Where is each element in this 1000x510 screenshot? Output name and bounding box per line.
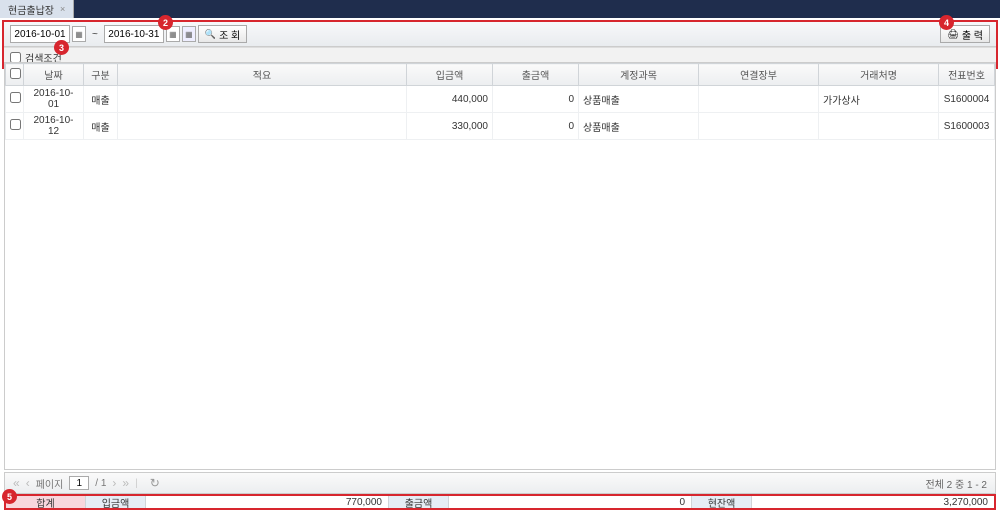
toolbar: ▦ ~ ▦ ▦ 🔍 조 회 🖨 출 력 bbox=[4, 22, 996, 47]
totals-in-value: 770,000 bbox=[146, 496, 389, 508]
col-date[interactable]: 날짜 bbox=[24, 64, 84, 86]
totals-out-label: 출금액 bbox=[389, 496, 449, 508]
cell-summary bbox=[118, 113, 407, 140]
grid-container: 날짜 구분 적요 입금액 출금액 계정과목 연결장부 거래처명 전표번호 201… bbox=[4, 62, 996, 470]
totals-balance-value: 3,270,000 bbox=[752, 496, 994, 508]
col-summary[interactable]: 적요 bbox=[118, 64, 407, 86]
grid-select-all-checkbox[interactable] bbox=[10, 68, 21, 79]
totals-main-label: 합계 bbox=[6, 496, 86, 508]
col-out[interactable]: 출금액 bbox=[493, 64, 579, 86]
col-vno[interactable]: 전표번호 bbox=[939, 64, 995, 86]
cell-type: 매출 bbox=[84, 113, 118, 140]
print-button-label: 출 력 bbox=[962, 27, 983, 42]
pager: « ‹ 페이지 / 1 › » | ↻ 전체 2 중 1 - 2 bbox=[4, 472, 996, 494]
col-account[interactable]: 계정과목 bbox=[579, 64, 699, 86]
pager-divider: | bbox=[135, 478, 138, 489]
callout-5: 5 bbox=[2, 489, 17, 504]
totals-in-label: 입금액 bbox=[86, 496, 146, 508]
page-input[interactable] bbox=[69, 476, 89, 490]
callout-2: 2 bbox=[158, 15, 173, 30]
search-button[interactable]: 🔍 조 회 bbox=[198, 25, 247, 43]
cell-partner bbox=[819, 113, 939, 140]
cell-summary bbox=[118, 86, 407, 113]
col-dept[interactable]: 연결장부 bbox=[699, 64, 819, 86]
tab-bar: 현금출납장 × bbox=[0, 0, 1000, 18]
cell-out: 0 bbox=[493, 86, 579, 113]
calendar-range-icon[interactable]: ▦ bbox=[182, 26, 196, 42]
refresh-icon[interactable]: ↻ bbox=[150, 476, 160, 490]
page-prev-icon[interactable]: ‹ bbox=[26, 476, 30, 490]
cell-type: 매출 bbox=[84, 86, 118, 113]
tab-label: 현금출납장 bbox=[8, 2, 54, 17]
cell-vno: S1600004 bbox=[939, 86, 995, 113]
cell-in: 440,000 bbox=[407, 86, 493, 113]
page-of: / 1 bbox=[95, 478, 106, 489]
cell-dept bbox=[699, 86, 819, 113]
page-next-icon[interactable]: › bbox=[112, 476, 116, 490]
date-separator: ~ bbox=[92, 29, 98, 40]
cell-date: 2016-10-12 bbox=[24, 113, 84, 140]
callout-3: 3 bbox=[54, 40, 69, 55]
tab-cashbook[interactable]: 현금출납장 × bbox=[0, 0, 74, 18]
table-row[interactable]: 2016-10-01 매출 440,000 0 상품매출 가가상사 S16000… bbox=[6, 86, 995, 113]
col-type[interactable]: 구분 bbox=[84, 64, 118, 86]
close-tab-icon[interactable]: × bbox=[60, 4, 65, 14]
totals-balance-label: 현잔액 bbox=[692, 496, 752, 508]
cash-grid: 날짜 구분 적요 입금액 출금액 계정과목 연결장부 거래처명 전표번호 201… bbox=[5, 63, 995, 140]
date-to-input[interactable] bbox=[104, 25, 164, 43]
cell-date: 2016-10-01 bbox=[24, 86, 84, 113]
row-checkbox[interactable] bbox=[10, 119, 21, 130]
cell-dept bbox=[699, 113, 819, 140]
print-icon: 🖨 bbox=[947, 29, 958, 40]
callout-4: 4 bbox=[939, 15, 954, 30]
col-partner[interactable]: 거래처명 bbox=[819, 64, 939, 86]
search-button-label: 조 회 bbox=[219, 27, 240, 42]
pager-info: 전체 2 중 1 - 2 bbox=[925, 476, 987, 491]
cell-out: 0 bbox=[493, 113, 579, 140]
totals-bar: 합계 입금액 770,000 출금액 0 현잔액 3,270,000 bbox=[4, 494, 996, 510]
page-first-icon[interactable]: « bbox=[13, 476, 20, 490]
cell-in: 330,000 bbox=[407, 113, 493, 140]
cell-account: 상품매출 bbox=[579, 86, 699, 113]
page-label-prefix: 페이지 bbox=[36, 476, 64, 491]
col-in[interactable]: 입금액 bbox=[407, 64, 493, 86]
totals-out-value: 0 bbox=[449, 496, 692, 508]
row-checkbox[interactable] bbox=[10, 92, 21, 103]
grid-header-row: 날짜 구분 적요 입금액 출금액 계정과목 연결장부 거래처명 전표번호 bbox=[6, 64, 995, 86]
calendar-from-icon[interactable]: ▦ bbox=[72, 26, 86, 42]
cell-account: 상품매출 bbox=[579, 113, 699, 140]
cell-partner: 가가상사 bbox=[819, 86, 939, 113]
table-row[interactable]: 2016-10-12 매출 330,000 0 상품매출 S1600003 bbox=[6, 113, 995, 140]
search-icon: 🔍 bbox=[205, 29, 216, 40]
cell-vno: S1600003 bbox=[939, 113, 995, 140]
page-last-icon[interactable]: » bbox=[122, 476, 129, 490]
